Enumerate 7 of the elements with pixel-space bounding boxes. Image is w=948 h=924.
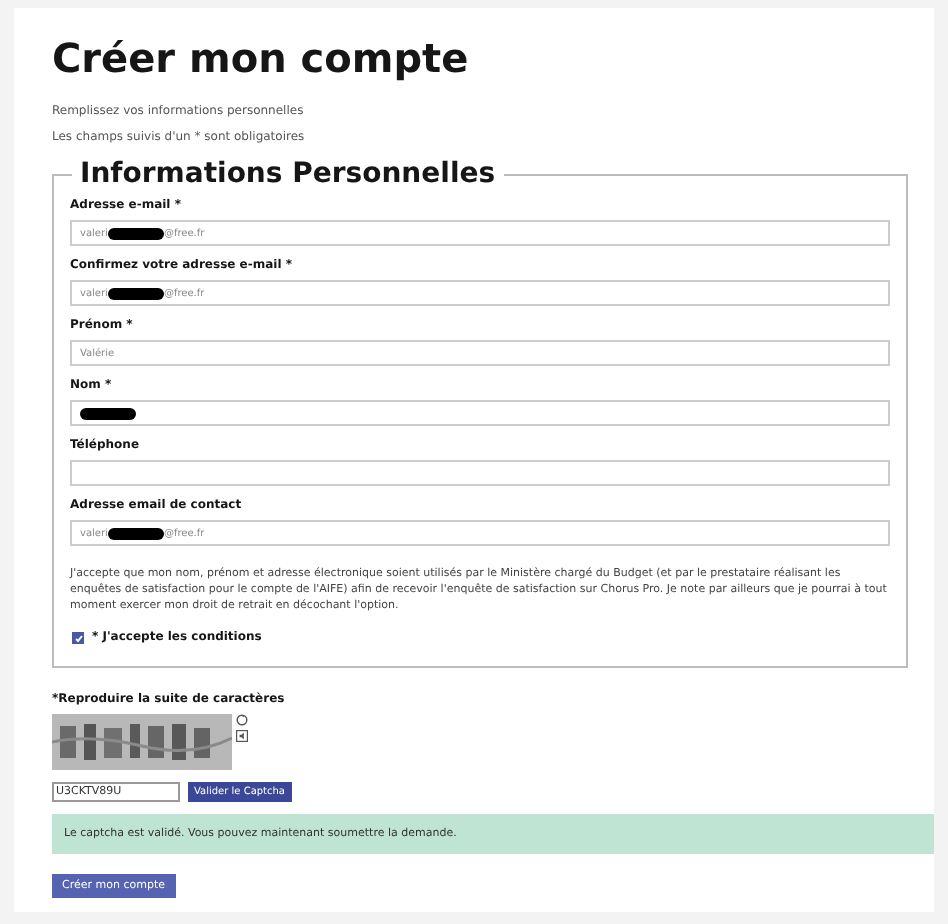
input-field[interactable]: [70, 460, 890, 486]
section-legend: Informations Personnelles: [72, 158, 504, 190]
speaker-icon[interactable]: [236, 730, 248, 742]
refresh-icon[interactable]: [236, 714, 248, 726]
checkbox[interactable]: [72, 632, 84, 644]
input-field[interactable]: [70, 400, 890, 426]
page-title: Créer mon compte: [52, 32, 471, 84]
